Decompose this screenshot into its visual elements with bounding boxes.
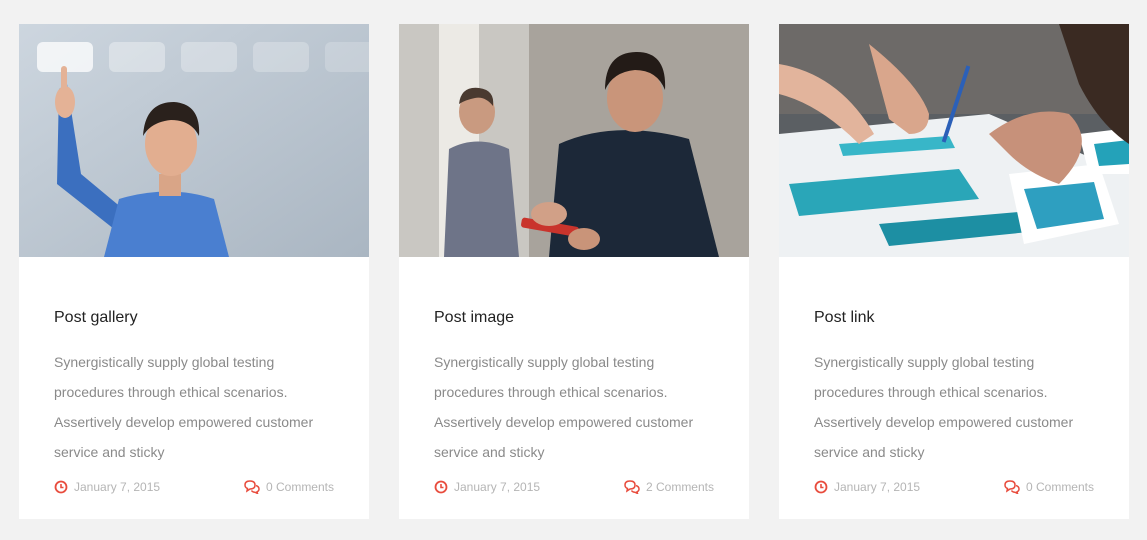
post-meta: January 7, 2015 0 Comments xyxy=(54,480,334,496)
post-excerpt: Synergistically supply global testing pr… xyxy=(814,354,1074,460)
post-meta: January 7, 2015 0 Comments xyxy=(814,480,1094,496)
comments-icon xyxy=(244,480,260,494)
post-title[interactable]: Post gallery xyxy=(54,308,138,328)
post-comments[interactable]: 0 Comments xyxy=(244,480,334,494)
post-date-text: January 7, 2015 xyxy=(74,480,161,494)
post-meta: January 7, 2015 2 Comments xyxy=(434,480,714,496)
post-card: Post image Synergistically supply global… xyxy=(399,24,749,519)
comments-icon xyxy=(1004,480,1020,494)
clock-icon xyxy=(434,480,448,494)
post-comments[interactable]: 2 Comments xyxy=(624,480,714,494)
post-date-text: January 7, 2015 xyxy=(454,480,541,494)
post-comments-text: 2 Comments xyxy=(645,480,714,494)
post-date[interactable]: January 7, 2015 xyxy=(54,480,160,494)
post-excerpt: Synergistically supply global testing pr… xyxy=(434,354,694,460)
post-date[interactable]: January 7, 2015 xyxy=(434,480,540,494)
clock-icon xyxy=(814,480,828,494)
post-thumbnail[interactable] xyxy=(19,24,369,257)
post-title[interactable]: Post image xyxy=(434,308,514,328)
post-excerpt: Synergistically supply global testing pr… xyxy=(54,354,314,460)
post-title[interactable]: Post link xyxy=(814,308,874,328)
post-date-text: January 7, 2015 xyxy=(834,480,921,494)
post-thumbnail[interactable] xyxy=(399,24,749,257)
clock-icon xyxy=(54,480,68,494)
post-card: Post gallery Synergistically supply glob… xyxy=(19,24,369,519)
post-thumbnail[interactable] xyxy=(779,24,1129,257)
post-comments-text: 0 Comments xyxy=(265,480,334,494)
post-comments[interactable]: 0 Comments xyxy=(1004,480,1094,494)
post-card: Post link Synergistically supply global … xyxy=(779,24,1129,519)
blog-post-grid: Post gallery Synergistically supply glob… xyxy=(0,0,1147,540)
post-date[interactable]: January 7, 2015 xyxy=(814,480,920,494)
post-comments-text: 0 Comments xyxy=(1025,480,1094,494)
comments-icon xyxy=(624,480,640,494)
